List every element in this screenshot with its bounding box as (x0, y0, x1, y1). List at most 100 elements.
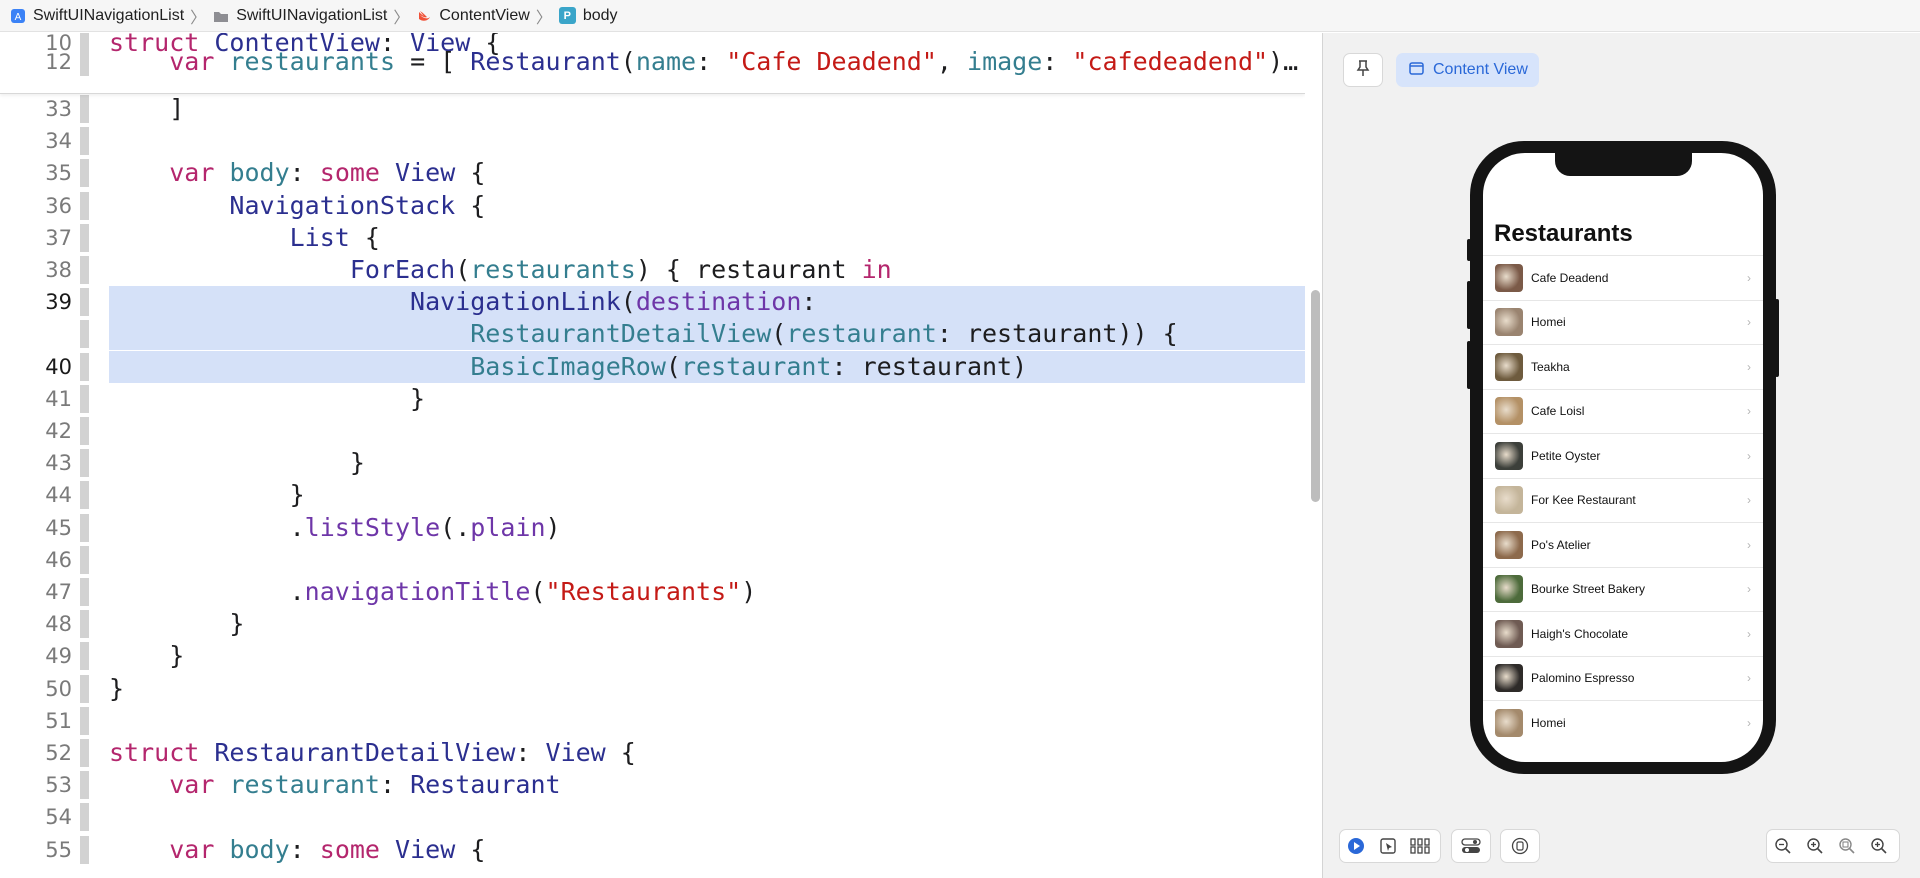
restaurant-row[interactable]: Haigh's Chocolate › (1483, 611, 1763, 656)
code-fold-ribbon[interactable] (80, 835, 89, 864)
code-fold-ribbon[interactable] (80, 706, 89, 735)
code-token: name (635, 47, 697, 76)
code-fold-ribbon[interactable] (80, 449, 89, 478)
breadcrumb-project[interactable]: A SwiftUINavigationList (10, 7, 184, 25)
code-line[interactable]: 36 NavigationStack { (0, 190, 1305, 222)
code-fold-ribbon[interactable] (80, 223, 89, 252)
editor-scrollbar[interactable] (1311, 290, 1320, 502)
zoom-100-icon[interactable] (1799, 830, 1831, 862)
code-line[interactable]: 43 } (0, 447, 1305, 479)
code-line[interactable]: 34 (0, 125, 1305, 157)
code-line[interactable]: 12 var restaurants = [ Restaurant(name: … (0, 46, 1305, 80)
code-line[interactable]: 40 BasicImageRow(restaurant: restaurant) (0, 350, 1305, 383)
code-text: var body: some View { (109, 834, 485, 866)
restaurant-row[interactable]: Cafe Deadend › (1483, 255, 1763, 300)
code-line[interactable]: RestaurantDetailView(restaurant: restaur… (0, 318, 1305, 351)
restaurant-row[interactable]: Bourke Street Bakery › (1483, 566, 1763, 612)
code-fold-ribbon[interactable] (80, 771, 89, 800)
code-line[interactable]: 33 ] (0, 93, 1305, 125)
code-line[interactable]: 50} (0, 673, 1305, 705)
code-line[interactable]: 55 var body: some View { (0, 834, 1305, 866)
phone-volume-down-button (1467, 341, 1471, 389)
restaurant-row[interactable]: For Kee Restaurant › (1483, 477, 1763, 523)
code-line[interactable]: 41 } (0, 383, 1305, 415)
code-line[interactable]: 46 (0, 544, 1305, 576)
sticky-scope-header: 10 struct ContentView: View {12 var resta… (0, 33, 1305, 94)
code-fold-ribbon[interactable] (80, 642, 89, 671)
code-fold-ribbon[interactable] (80, 674, 89, 703)
zoom-in-icon[interactable] (1863, 830, 1895, 862)
code-fold-ribbon[interactable] (80, 578, 89, 606)
folder-icon (213, 8, 229, 24)
restaurant-row[interactable]: Homei › (1483, 700, 1763, 745)
property-badge-letter: P (563, 9, 571, 22)
code-token: ) (545, 512, 561, 542)
iphone-preview[interactable]: Restaurants Cafe Deadend › Homei › Teakha › Ca… (1467, 141, 1779, 774)
code-fold-ribbon[interactable] (80, 127, 89, 156)
live-preview-icon[interactable] (1340, 830, 1372, 862)
code-token: plain (470, 512, 546, 542)
code-line[interactable]: 45 .listStyle(.plain) (0, 512, 1305, 544)
code-line[interactable]: 52 struct RestaurantDetailView: View { (0, 737, 1305, 769)
breadcrumb-folder[interactable]: SwiftUINavigationList (213, 7, 387, 25)
code-line[interactable]: 39 NavigationLink(destination: (0, 286, 1305, 319)
breadcrumb-file[interactable]: ContentView (416, 7, 530, 25)
zoom-out-icon[interactable] (1767, 830, 1799, 862)
code-fold-ribbon[interactable] (80, 320, 89, 349)
device-button[interactable] (1500, 829, 1540, 863)
breadcrumb-folder-label: SwiftUINavigationList (236, 6, 388, 24)
restaurant-name: Homei (1531, 315, 1566, 330)
line-number: 33 (45, 97, 72, 121)
code-token: ) { restaurant (635, 255, 862, 284)
chevron-right-icon: › (1747, 270, 1751, 285)
preview-mode-toolbar (1339, 829, 1441, 863)
restaurant-row[interactable]: Petite Oyster › (1483, 433, 1763, 478)
code-line[interactable]: 53 var restaurant: Restaurant (0, 769, 1305, 801)
code-editor[interactable]: 33 ] 34 35 var body: some View {36 Navigat… (0, 33, 1305, 878)
content-view-preview-button[interactable]: Content View (1396, 53, 1539, 87)
code-fold-ribbon[interactable] (80, 384, 89, 413)
breadcrumb-symbol[interactable]: P body (558, 7, 618, 25)
code-line[interactable]: 48 } (0, 608, 1305, 640)
code-fold-ribbon[interactable] (80, 95, 89, 123)
restaurant-row[interactable]: Homei › (1483, 299, 1763, 345)
code-fold-ribbon[interactable] (80, 545, 89, 574)
restaurant-row[interactable]: Cafe Loisl › (1483, 388, 1763, 434)
code-token: { (455, 834, 486, 864)
code-fold-ribbon[interactable] (80, 513, 89, 542)
code-fold-ribbon[interactable] (80, 739, 89, 767)
code-fold-ribbon[interactable] (80, 48, 89, 76)
code-line[interactable]: 47 .navigationTitle("Restaurants") (0, 576, 1305, 608)
code-fold-ribbon[interactable] (80, 352, 89, 381)
code-fold-ribbon[interactable] (80, 159, 89, 188)
restaurant-row[interactable]: Palomino Espresso › (1483, 655, 1763, 701)
restaurant-row[interactable]: Po's Atelier › (1483, 522, 1763, 567)
code-fold-ribbon[interactable] (80, 803, 89, 832)
device-settings-button[interactable] (1451, 829, 1491, 863)
code-line[interactable]: 49 } (0, 640, 1305, 672)
code-line[interactable]: 54 (0, 801, 1305, 833)
restaurant-row[interactable]: Teakha › (1483, 344, 1763, 389)
code-line[interactable]: 42 (0, 415, 1305, 447)
code-fold-ribbon[interactable] (80, 256, 89, 284)
code-line[interactable]: 38 ForEach(restaurants) { restaurant in (0, 254, 1305, 286)
selectable-icon[interactable] (1372, 830, 1404, 862)
restaurant-name: Homei (1531, 715, 1566, 730)
code-line[interactable]: 37 List { (0, 222, 1305, 254)
zoom-fit-icon[interactable] (1831, 830, 1863, 862)
code-line[interactable]: 44 } (0, 479, 1305, 511)
code-fold-ribbon[interactable] (80, 288, 89, 317)
code-fold-ribbon[interactable] (80, 417, 89, 445)
code-line[interactable]: 35 var body: some View { (0, 157, 1305, 189)
code-line[interactable]: 51 (0, 705, 1305, 737)
code-fold-ribbon[interactable] (80, 610, 89, 639)
line-number: 42 (45, 419, 72, 443)
restaurant-thumbnail (1495, 708, 1523, 737)
variants-icon[interactable] (1404, 830, 1436, 862)
pin-preview-button[interactable] (1343, 53, 1383, 87)
code-fold-ribbon[interactable] (80, 481, 89, 510)
code-fold-ribbon[interactable] (80, 191, 89, 220)
